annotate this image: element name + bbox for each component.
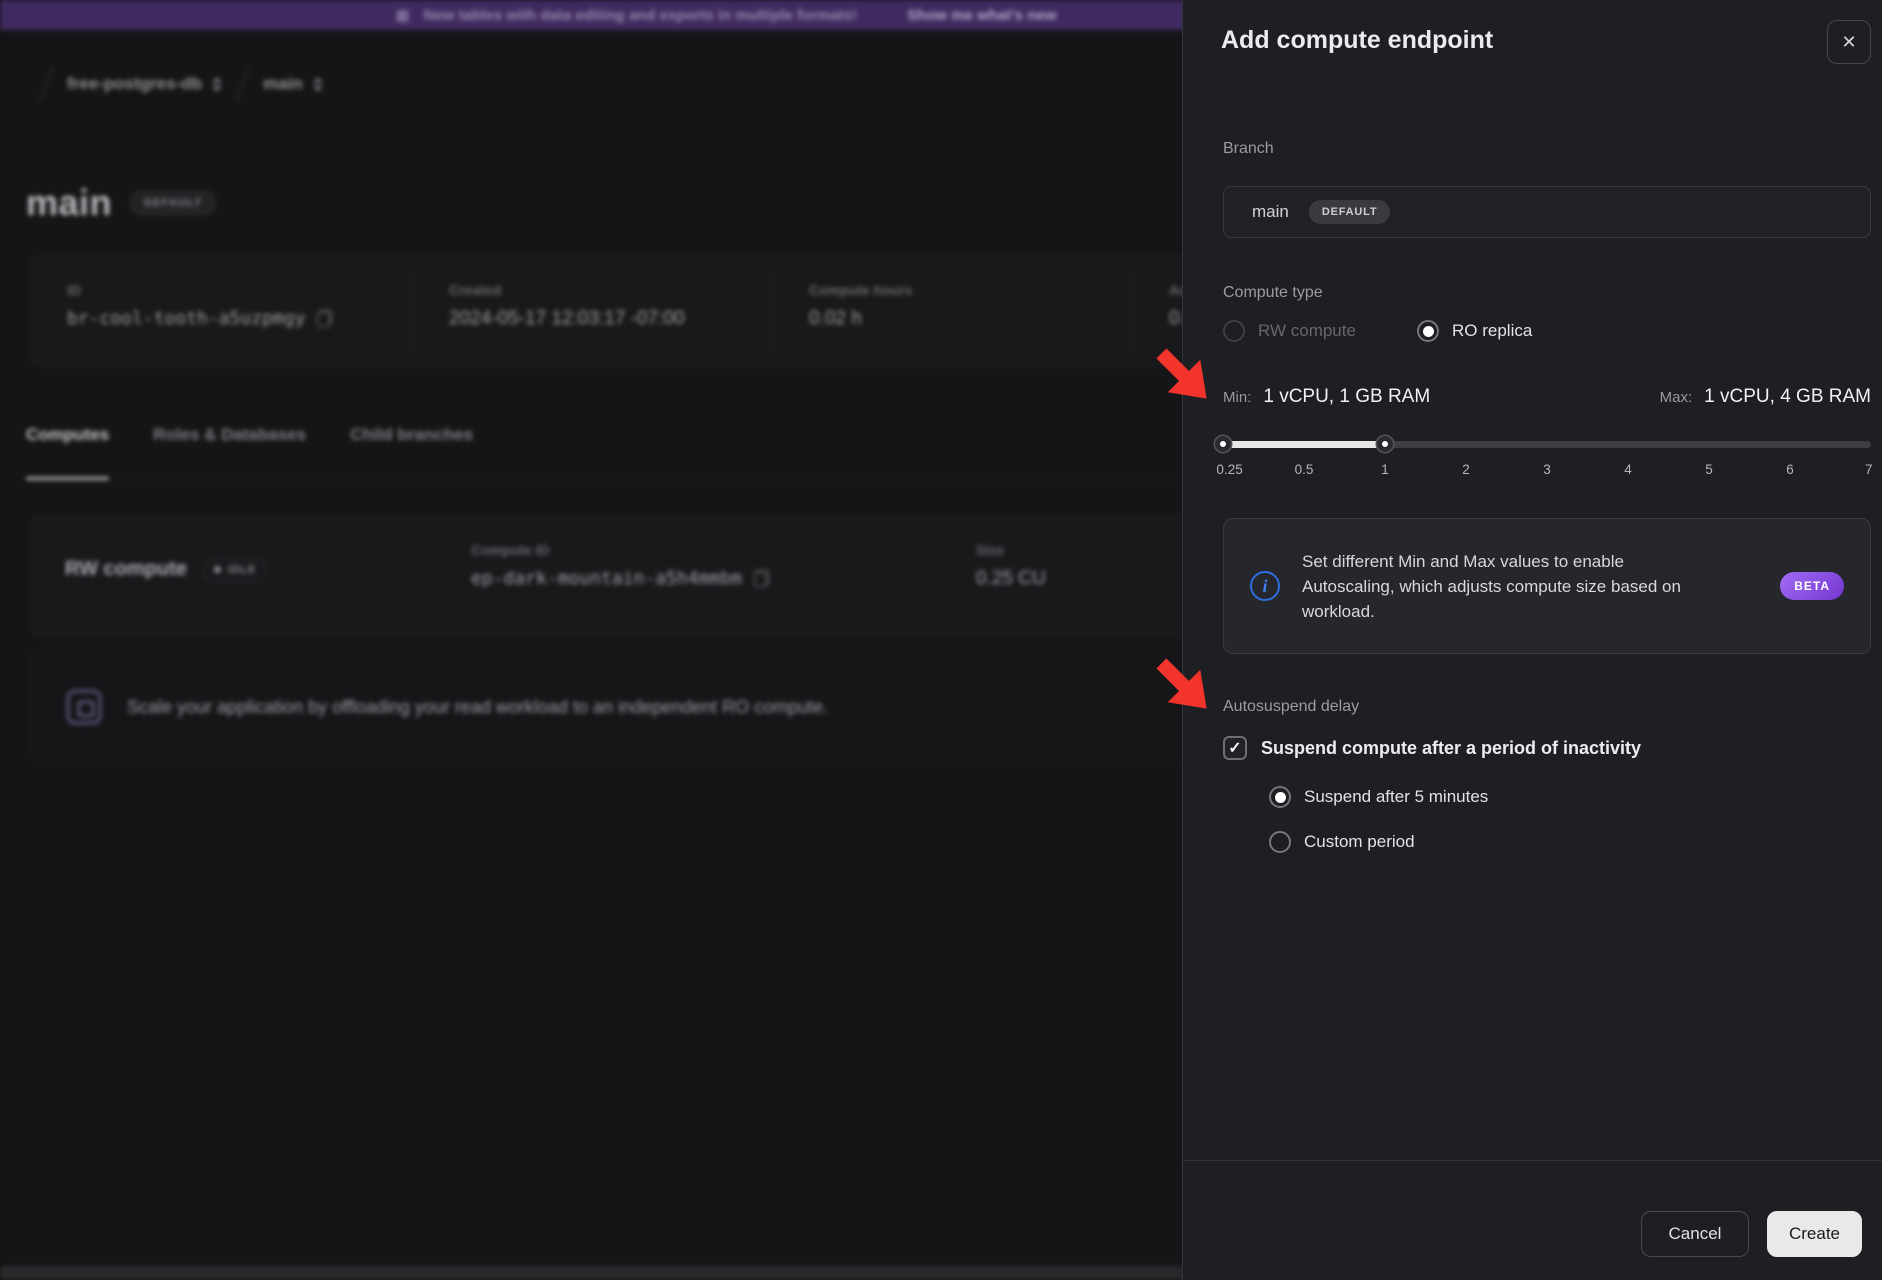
tab-computes[interactable]: Computes bbox=[26, 425, 109, 451]
size-value: 0.25 CU bbox=[976, 568, 1046, 590]
breadcrumb-project-selector[interactable]: free-postgres-db bbox=[67, 74, 222, 94]
cancel-button[interactable]: Cancel bbox=[1641, 1211, 1749, 1257]
banner-whats-new-link[interactable]: Show me what's new bbox=[907, 7, 1056, 24]
tab-roles-databases[interactable]: Roles & Databases bbox=[153, 425, 306, 451]
slider-fill bbox=[1223, 441, 1385, 448]
copy-icon[interactable] bbox=[317, 310, 332, 327]
tick-label: 1 bbox=[1381, 462, 1389, 477]
branch-select-value: main bbox=[1252, 202, 1289, 222]
status-dot-icon bbox=[214, 566, 221, 573]
radio-icon bbox=[1269, 831, 1291, 853]
beta-badge: BETA bbox=[1780, 572, 1844, 600]
copy-icon[interactable] bbox=[754, 570, 769, 587]
divider bbox=[413, 270, 414, 352]
tick-label: 0.25 bbox=[1216, 462, 1242, 477]
tick-label: 5 bbox=[1705, 462, 1713, 477]
compute-name: RW compute bbox=[65, 558, 187, 581]
tick-label: 2 bbox=[1462, 462, 1470, 477]
compute-id-value: ep-dark-mountain-a5h4mmbm bbox=[471, 568, 742, 589]
tick-label: 0.5 bbox=[1295, 462, 1314, 477]
slider-tick-labels: 0.25 0.5 1 2 3 4 5 6 7 bbox=[1223, 462, 1871, 482]
min-label: Min: bbox=[1223, 389, 1251, 406]
panel-footer: Cancel Create bbox=[1183, 1160, 1882, 1280]
table-icon: ▦ bbox=[395, 8, 409, 23]
panel-title: Add compute endpoint bbox=[1221, 26, 1493, 55]
banner-message: New tables with data editing and exports… bbox=[424, 7, 857, 24]
tick-label: 4 bbox=[1624, 462, 1632, 477]
divider bbox=[773, 270, 774, 352]
breadcrumb-branch-label: main bbox=[263, 74, 303, 94]
autoscaling-note-text: Set different Min and Max values to enab… bbox=[1302, 549, 1686, 624]
radio-icon bbox=[1417, 320, 1439, 342]
radio-ro-replica[interactable]: RO replica bbox=[1417, 320, 1532, 342]
default-branch-badge: DEFAULT bbox=[130, 191, 216, 215]
add-compute-endpoint-panel: Add compute endpoint ✕ Branch main DEFAU… bbox=[1182, 0, 1882, 1280]
compute-hours-field: Compute hours 0.02 h bbox=[809, 282, 912, 330]
compute-size-slider[interactable] bbox=[1223, 436, 1871, 452]
compute-id-label: Compute ID bbox=[471, 542, 769, 558]
divider bbox=[1133, 270, 1134, 352]
slider-handle-max[interactable] bbox=[1377, 436, 1393, 452]
min-value: 1 vCPU, 1 GB RAM bbox=[1263, 386, 1430, 408]
slider-handle-min[interactable] bbox=[1215, 436, 1231, 452]
branch-created-field: Created 2024-05-17 12:03:17 -07:00 bbox=[449, 282, 685, 330]
breadcrumb-divider bbox=[40, 66, 54, 102]
page-title: main bbox=[26, 182, 112, 224]
suspend-checkbox-row[interactable]: ✓ Suspend compute after a period of inac… bbox=[1223, 736, 1641, 760]
tick-label: 7 bbox=[1865, 462, 1873, 477]
radio-icon bbox=[1269, 786, 1291, 808]
max-label: Max: bbox=[1660, 389, 1693, 406]
breadcrumb-branch-selector[interactable]: main bbox=[263, 74, 323, 94]
radio-rw-compute[interactable]: RW compute bbox=[1223, 320, 1356, 342]
hint-text: Scale your application by offloading you… bbox=[127, 697, 828, 718]
branch-field-label: Branch bbox=[1223, 140, 1274, 158]
radio-suspend-5-minutes[interactable]: Suspend after 5 minutes bbox=[1269, 786, 1488, 808]
size-label: Size bbox=[976, 542, 1046, 558]
branch-select[interactable]: main DEFAULT bbox=[1223, 186, 1871, 238]
branch-created-value: 2024-05-17 12:03:17 -07:00 bbox=[449, 308, 685, 330]
compute-type-label: Compute type bbox=[1223, 284, 1323, 302]
branch-id-value: br-cool-tooth-a5uzpmgy bbox=[67, 308, 305, 329]
breadcrumb: free-postgres-db main bbox=[26, 62, 323, 106]
autosuspend-label: Autosuspend delay bbox=[1223, 698, 1359, 716]
chevron-updown-icon bbox=[313, 77, 323, 92]
info-icon: i bbox=[1250, 571, 1280, 601]
breadcrumb-divider bbox=[236, 66, 250, 102]
chevron-updown-icon bbox=[212, 77, 222, 92]
tick-label: 3 bbox=[1543, 462, 1551, 477]
compute-hours-value: 0.02 h bbox=[809, 308, 912, 330]
cpu-chip-icon bbox=[67, 690, 101, 724]
max-value: 1 vCPU, 4 GB RAM bbox=[1704, 386, 1871, 408]
branch-id-field: ID br-cool-tooth-a5uzpmgy bbox=[67, 282, 332, 329]
autoscaling-note: i Set different Min and Max values to en… bbox=[1223, 518, 1871, 654]
default-branch-badge: DEFAULT bbox=[1309, 200, 1391, 224]
checkbox-checked-icon[interactable]: ✓ bbox=[1223, 736, 1247, 760]
radio-custom-period[interactable]: Custom period bbox=[1269, 831, 1415, 853]
create-button[interactable]: Create bbox=[1767, 1211, 1862, 1257]
tab-child-branches[interactable]: Child branches bbox=[350, 425, 473, 451]
status-badge: IDLE bbox=[203, 559, 267, 581]
radio-icon bbox=[1223, 320, 1245, 342]
close-icon[interactable]: ✕ bbox=[1827, 20, 1871, 64]
breadcrumb-project-label: free-postgres-db bbox=[67, 74, 202, 94]
tick-label: 6 bbox=[1786, 462, 1794, 477]
